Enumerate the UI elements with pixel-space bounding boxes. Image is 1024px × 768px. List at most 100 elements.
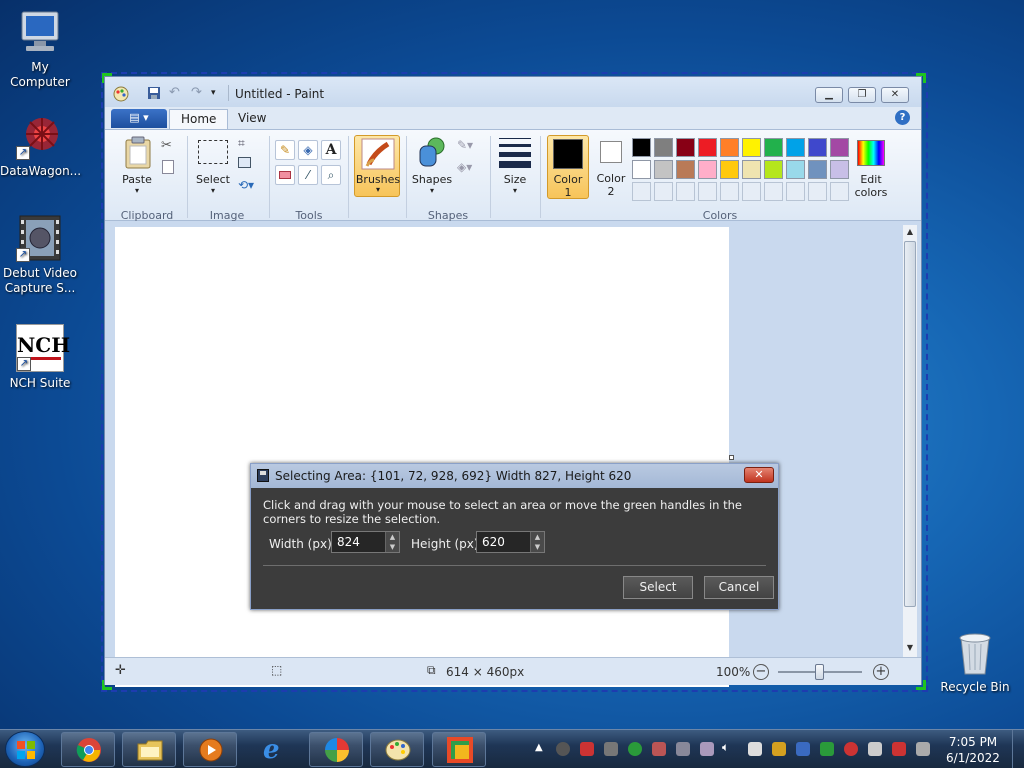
scrollbar-thumb[interactable]: [904, 241, 916, 607]
palette-swatch[interactable]: [632, 138, 651, 157]
size-button[interactable]: Size ▾: [497, 136, 533, 200]
cancel-button[interactable]: Cancel: [704, 576, 774, 599]
tray-icon-9[interactable]: [772, 742, 786, 756]
palette-swatch-empty[interactable]: [676, 182, 695, 201]
palette-swatch[interactable]: [654, 138, 673, 157]
outline-icon[interactable]: ✎▾: [457, 138, 473, 152]
tray-icon-2[interactable]: [580, 742, 594, 756]
minimize-button[interactable]: ▁: [815, 87, 843, 103]
magnifier-icon[interactable]: ⌕: [321, 165, 341, 185]
palette-swatch-empty[interactable]: [830, 182, 849, 201]
palette-swatch[interactable]: [676, 160, 695, 179]
height-stepper[interactable]: ▲ ▼: [530, 532, 544, 552]
tray-icon-15[interactable]: [916, 742, 930, 756]
palette-swatch[interactable]: [764, 138, 783, 157]
color1-button[interactable]: Color 1: [547, 135, 589, 199]
taskbar-photo-app[interactable]: [309, 732, 363, 767]
eraser-icon[interactable]: [275, 165, 295, 185]
desktop-icon-my-computer[interactable]: My Computer: [0, 8, 80, 90]
resize-icon[interactable]: [238, 157, 251, 168]
save-icon[interactable]: [147, 86, 161, 100]
file-menu-button[interactable]: ▤ ▾: [111, 109, 167, 128]
vertical-scrollbar[interactable]: ▲ ▼: [903, 225, 917, 657]
palette-swatch[interactable]: [654, 160, 673, 179]
show-hidden-icons-button[interactable]: ▲: [535, 742, 543, 753]
width-input[interactable]: 824 ▲ ▼: [331, 531, 400, 553]
brushes-button[interactable]: Brushes ▾: [354, 135, 400, 197]
tray-icon-12[interactable]: [844, 742, 858, 756]
tray-icon-10[interactable]: [796, 742, 810, 756]
shapes-button[interactable]: Shapes ▾: [411, 136, 453, 200]
redo-icon[interactable]: ↷: [191, 86, 205, 100]
palette-swatch[interactable]: [698, 138, 717, 157]
scroll-down-icon[interactable]: ▼: [903, 641, 917, 655]
tray-icon-1[interactable]: [556, 742, 570, 756]
zoom-slider-thumb[interactable]: [815, 664, 824, 680]
palette-swatch[interactable]: [764, 160, 783, 179]
paint-app-icon[interactable]: [113, 86, 129, 102]
tray-icon-14[interactable]: [892, 742, 906, 756]
desktop-icon-nch-suite[interactable]: NCH ↗ NCH Suite: [0, 324, 80, 391]
taskbar-chrome[interactable]: [61, 732, 115, 767]
palette-swatch-empty[interactable]: [764, 182, 783, 201]
palette-swatch[interactable]: [720, 138, 739, 157]
palette-swatch[interactable]: [830, 138, 849, 157]
palette-swatch-empty[interactable]: [632, 182, 651, 201]
clock[interactable]: 7:05 PM 6/1/2022: [943, 734, 1003, 766]
palette-swatch-empty[interactable]: [808, 182, 827, 201]
taskbar-explorer[interactable]: [122, 732, 176, 767]
help-icon[interactable]: ?: [895, 110, 910, 125]
volume-icon[interactable]: 🔈︎: [722, 740, 729, 755]
select-button[interactable]: Select ▾: [193, 136, 233, 200]
cut-icon[interactable]: ✂: [161, 138, 172, 153]
paste-button[interactable]: Paste ▾: [115, 136, 159, 200]
tray-icon-13[interactable]: [868, 742, 882, 756]
palette-swatch-empty[interactable]: [654, 182, 673, 201]
color-picker-icon[interactable]: ⁄: [298, 165, 318, 185]
tab-view[interactable]: View: [227, 109, 277, 129]
zoom-out-button[interactable]: −: [753, 664, 769, 680]
customize-toolbar-icon[interactable]: ▾: [211, 86, 225, 100]
zoom-slider[interactable]: [778, 664, 862, 680]
palette-swatch[interactable]: [742, 138, 761, 157]
palette-swatch[interactable]: [676, 138, 695, 157]
width-stepper[interactable]: ▲ ▼: [385, 532, 399, 552]
tray-icon-7[interactable]: [700, 742, 714, 756]
palette-swatch-empty[interactable]: [698, 182, 717, 201]
crop-icon[interactable]: ⌗: [238, 136, 245, 151]
drawing-canvas[interactable]: [115, 227, 729, 687]
desktop-icon-debut[interactable]: ↗ Debut Video Capture S...: [0, 214, 80, 296]
palette-swatch[interactable]: [830, 160, 849, 179]
fill-icon[interactable]: ◈: [298, 140, 318, 160]
desktop-icon-datawagon[interactable]: ↗ DataWagon...: [0, 112, 81, 179]
tab-home[interactable]: Home: [169, 109, 229, 129]
palette-swatch[interactable]: [808, 138, 827, 157]
palette-swatch[interactable]: [632, 160, 651, 179]
tray-icon-5[interactable]: [652, 742, 666, 756]
palette-swatch[interactable]: [786, 138, 805, 157]
start-button[interactable]: [5, 731, 45, 767]
palette-swatch[interactable]: [742, 160, 761, 179]
palette-swatch[interactable]: [720, 160, 739, 179]
canvas-resize-handle[interactable]: [729, 455, 734, 460]
color2-button[interactable]: Color 2: [593, 135, 629, 199]
palette-swatch[interactable]: [786, 160, 805, 179]
palette-swatch[interactable]: [698, 160, 717, 179]
tray-icon-3[interactable]: [604, 742, 618, 756]
text-icon[interactable]: A: [321, 140, 341, 160]
taskbar-paint[interactable]: [370, 732, 424, 767]
select-button-dialog[interactable]: Select: [623, 576, 693, 599]
copy-icon[interactable]: [162, 160, 174, 174]
palette-swatch-empty[interactable]: [742, 182, 761, 201]
maximize-button[interactable]: ❐: [848, 87, 876, 103]
rotate-icon[interactable]: ⟲▾: [238, 178, 254, 192]
taskbar-ie[interactable]: e: [248, 732, 302, 767]
palette-swatch[interactable]: [808, 160, 827, 179]
undo-icon[interactable]: ↶: [169, 86, 183, 100]
show-desktop-button[interactable]: [1012, 730, 1024, 768]
tray-icon-8[interactable]: [748, 742, 762, 756]
dialog-close-button[interactable]: ✕: [744, 467, 774, 483]
height-input[interactable]: 620 ▲ ▼: [476, 531, 545, 553]
palette-swatch-empty[interactable]: [720, 182, 739, 201]
close-button[interactable]: ✕: [881, 87, 909, 103]
